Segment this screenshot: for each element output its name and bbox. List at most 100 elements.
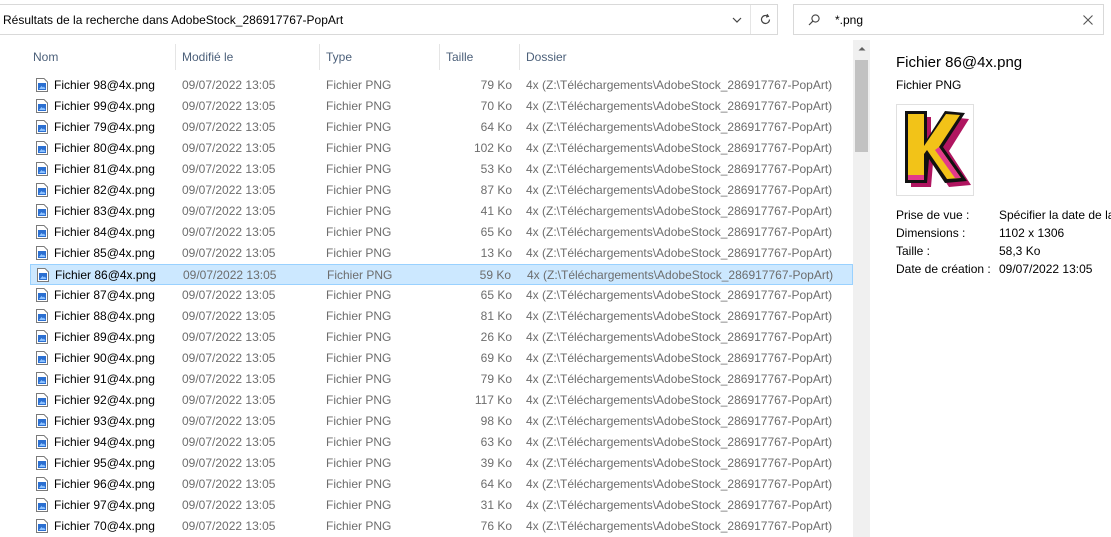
file-folder: 4x (Z:\Téléchargements\AdobeStock_286917… bbox=[526, 393, 833, 407]
chevron-down-icon[interactable] bbox=[724, 5, 750, 34]
file-row[interactable]: Fichier 85@4x.png 09/07/2022 13:05 Fichier… bbox=[30, 243, 853, 264]
file-modified: 09/07/2022 13:05 bbox=[182, 309, 276, 323]
file-size: 102 Ko bbox=[473, 141, 512, 155]
file-row[interactable]: Fichier 83@4x.png 09/07/2022 13:05 Fichier… bbox=[30, 201, 853, 222]
file-folder: 4x (Z:\Téléchargements\AdobeStock_286917… bbox=[526, 414, 833, 428]
file-name[interactable]: Fichier 85@4x.png bbox=[54, 246, 155, 260]
file-type: Fichier PNG bbox=[326, 309, 392, 323]
file-name[interactable]: Fichier 97@4x.png bbox=[54, 498, 155, 512]
file-name[interactable]: Fichier 70@4x.png bbox=[54, 519, 155, 533]
search-box[interactable]: *.png bbox=[793, 4, 1104, 35]
file-name[interactable]: Fichier 94@4x.png bbox=[54, 435, 155, 449]
png-file-icon bbox=[36, 456, 48, 470]
column-modified[interactable]: Modifié le bbox=[182, 44, 233, 70]
file-row[interactable]: Fichier 87@4x.png 09/07/2022 13:05 Fichier… bbox=[30, 285, 853, 306]
file-name[interactable]: Fichier 92@4x.png bbox=[54, 393, 155, 407]
column-divider[interactable] bbox=[519, 44, 520, 70]
file-row[interactable]: Fichier 95@4x.png 09/07/2022 13:05 Fichier… bbox=[30, 453, 853, 474]
file-row[interactable]: Fichier 93@4x.png 09/07/2022 13:05 Fichier… bbox=[30, 411, 853, 432]
file-row[interactable]: Fichier 84@4x.png 09/07/2022 13:05 Fichier… bbox=[30, 222, 853, 243]
scroll-up-icon[interactable] bbox=[853, 40, 870, 57]
file-name[interactable]: Fichier 91@4x.png bbox=[54, 372, 155, 386]
file-row[interactable]: Fichier 81@4x.png 09/07/2022 13:05 Fichier… bbox=[30, 159, 853, 180]
file-name[interactable]: Fichier 83@4x.png bbox=[54, 204, 155, 218]
file-row[interactable]: Fichier 88@4x.png 09/07/2022 13:05 Fichier… bbox=[30, 306, 853, 327]
file-modified: 09/07/2022 13:05 bbox=[182, 414, 276, 428]
file-name[interactable]: Fichier 93@4x.png bbox=[54, 414, 155, 428]
file-modified: 09/07/2022 13:05 bbox=[182, 330, 276, 344]
file-row[interactable]: Fichier 99@4x.png 09/07/2022 13:05 Fichier… bbox=[30, 96, 853, 117]
file-size: 76 Ko bbox=[480, 519, 512, 533]
column-type[interactable]: Type bbox=[326, 44, 352, 70]
close-icon[interactable] bbox=[1080, 12, 1096, 28]
file-name[interactable]: Fichier 90@4x.png bbox=[54, 351, 155, 365]
file-name[interactable]: Fichier 86@4x.png bbox=[55, 268, 156, 282]
png-file-icon bbox=[36, 288, 48, 302]
file-row[interactable]: Fichier 92@4x.png 09/07/2022 13:05 Fichier… bbox=[30, 390, 853, 411]
png-file-icon bbox=[36, 372, 48, 386]
file-folder: 4x (Z:\Téléchargements\AdobeStock_286917… bbox=[526, 162, 833, 176]
file-folder: 4x (Z:\Téléchargements\AdobeStock_286917… bbox=[526, 141, 833, 155]
refresh-icon[interactable] bbox=[752, 5, 778, 34]
file-row[interactable]: Fichier 98@4x.png 09/07/2022 13:05 Fichier… bbox=[30, 75, 853, 96]
file-row[interactable]: Fichier 96@4x.png 09/07/2022 13:05 Fichier… bbox=[30, 474, 853, 495]
file-modified: 09/07/2022 13:05 bbox=[182, 78, 276, 92]
address-path[interactable]: Résultats de la recherche dans AdobeStoc… bbox=[3, 13, 343, 27]
preview-meta-value[interactable]: Spécifier la date de la bbox=[999, 208, 1111, 222]
file-size: 63 Ko bbox=[480, 435, 512, 449]
file-size: 81 Ko bbox=[480, 309, 512, 323]
file-type: Fichier PNG bbox=[326, 246, 392, 260]
file-modified: 09/07/2022 13:05 bbox=[182, 372, 276, 386]
file-row[interactable]: Fichier 70@4x.png 09/07/2022 13:05 Fichier… bbox=[30, 516, 853, 537]
preview-meta-value: 09/07/2022 13:05 bbox=[999, 262, 1093, 276]
column-divider[interactable] bbox=[439, 44, 440, 70]
png-file-icon bbox=[36, 393, 48, 407]
column-folder[interactable]: Dossier bbox=[526, 44, 567, 70]
column-divider[interactable] bbox=[175, 44, 176, 70]
file-row[interactable]: Fichier 79@4x.png 09/07/2022 13:05 Fichier… bbox=[30, 117, 853, 138]
preview-pane: Fichier 86@4x.png Fichier PNG Prise de v… bbox=[870, 40, 1111, 537]
file-name[interactable]: Fichier 98@4x.png bbox=[54, 78, 155, 92]
file-row[interactable]: Fichier 90@4x.png 09/07/2022 13:05 Fichier… bbox=[30, 348, 853, 369]
preview-thumbnail bbox=[896, 104, 974, 196]
file-name[interactable]: Fichier 82@4x.png bbox=[54, 183, 155, 197]
file-row[interactable]: Fichier 82@4x.png 09/07/2022 13:05 Fichier… bbox=[30, 180, 853, 201]
file-name[interactable]: Fichier 81@4x.png bbox=[54, 162, 155, 176]
file-row[interactable]: Fichier 80@4x.png 09/07/2022 13:05 Fichier… bbox=[30, 138, 853, 159]
file-name[interactable]: Fichier 99@4x.png bbox=[54, 99, 155, 113]
file-name[interactable]: Fichier 96@4x.png bbox=[54, 477, 155, 491]
file-row[interactable]: Fichier 97@4x.png 09/07/2022 13:05 Fichier… bbox=[30, 495, 853, 516]
file-name[interactable]: Fichier 87@4x.png bbox=[54, 288, 155, 302]
column-divider[interactable] bbox=[319, 44, 320, 70]
file-name[interactable]: Fichier 79@4x.png bbox=[54, 120, 155, 134]
file-type: Fichier PNG bbox=[326, 393, 392, 407]
file-row[interactable]: Fichier 86@4x.png 09/07/2022 13:05 Fichier… bbox=[30, 264, 853, 285]
file-name[interactable]: Fichier 88@4x.png bbox=[54, 309, 155, 323]
file-type: Fichier PNG bbox=[326, 414, 392, 428]
preview-meta-value: 58,3 Ko bbox=[999, 244, 1041, 258]
file-name[interactable]: Fichier 89@4x.png bbox=[54, 330, 155, 344]
file-size: 39 Ko bbox=[480, 456, 512, 470]
file-row[interactable]: Fichier 94@4x.png 09/07/2022 13:05 Fichier… bbox=[30, 432, 853, 453]
column-size[interactable]: Taille bbox=[446, 44, 473, 70]
column-name[interactable]: Nom bbox=[33, 44, 58, 70]
preview-meta-label: Taille : bbox=[896, 244, 931, 258]
file-folder: 4x (Z:\Téléchargements\AdobeStock_286917… bbox=[526, 498, 833, 512]
file-name[interactable]: Fichier 84@4x.png bbox=[54, 225, 155, 239]
preview-type: Fichier PNG bbox=[896, 78, 962, 92]
file-modified: 09/07/2022 13:05 bbox=[182, 99, 276, 113]
file-type: Fichier PNG bbox=[326, 372, 392, 386]
png-file-icon bbox=[36, 141, 48, 155]
search-input[interactable]: *.png bbox=[835, 13, 863, 27]
file-name[interactable]: Fichier 95@4x.png bbox=[54, 456, 155, 470]
file-row[interactable]: Fichier 89@4x.png 09/07/2022 13:05 Fichier… bbox=[30, 327, 853, 348]
file-folder: 4x (Z:\Téléchargements\AdobeStock_286917… bbox=[526, 120, 833, 134]
address-bar[interactable]: Résultats de la recherche dans AdobeStoc… bbox=[0, 4, 778, 35]
file-size: 79 Ko bbox=[480, 372, 512, 386]
file-row[interactable]: Fichier 91@4x.png 09/07/2022 13:05 Fichier… bbox=[30, 369, 853, 390]
file-name[interactable]: Fichier 80@4x.png bbox=[54, 141, 155, 155]
scrollbar-thumb[interactable] bbox=[855, 60, 868, 152]
vertical-scrollbar[interactable] bbox=[853, 40, 870, 537]
file-size: 31 Ko bbox=[480, 498, 512, 512]
file-size: 69 Ko bbox=[480, 351, 512, 365]
